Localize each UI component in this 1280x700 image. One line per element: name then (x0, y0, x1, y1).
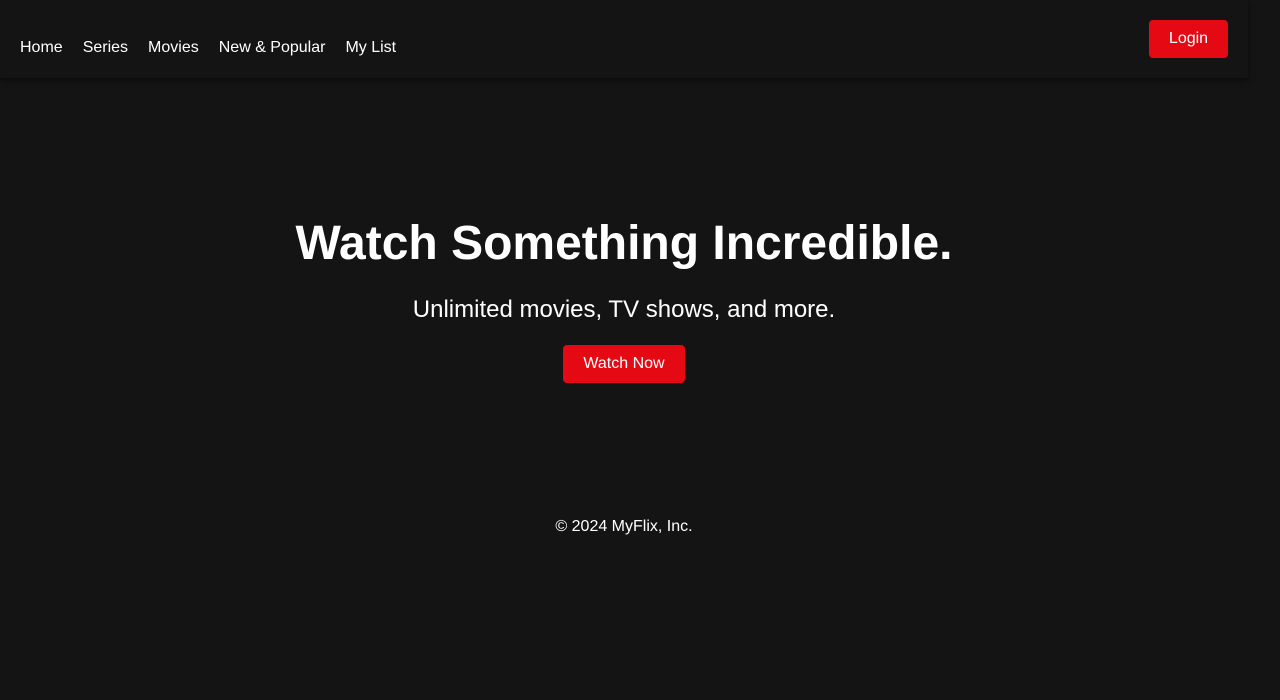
nav-item-movies: Movies (148, 38, 199, 58)
copyright-text: © 2024 MyFlix, Inc. (555, 518, 693, 535)
nav-link-movies[interactable]: Movies (148, 38, 199, 58)
nav-link-series[interactable]: Series (83, 38, 128, 58)
nav-link-new-popular[interactable]: New & Popular (219, 38, 326, 58)
login-button[interactable]: Login (1149, 20, 1228, 58)
nav-link-home[interactable]: Home (20, 38, 63, 58)
hero-subtitle: Unlimited movies, TV shows, and more. (412, 296, 836, 323)
nav-link-my-list[interactable]: My List (345, 38, 396, 58)
nav-item-home: Home (20, 38, 63, 58)
watch-now-button[interactable]: Watch Now (563, 345, 685, 383)
hero-title: Watch Something Incredible. (295, 217, 953, 270)
site-footer: © 2024 MyFlix, Inc. (0, 517, 1248, 537)
nav-item-new-popular: New & Popular (219, 38, 326, 58)
nav-item-my-list: My List (345, 38, 396, 58)
site-header: Home Series Movies New & Popular My List… (0, 0, 1248, 78)
nav-item-series: Series (83, 38, 128, 58)
nav-list: Home Series Movies New & Popular My List (20, 38, 396, 58)
